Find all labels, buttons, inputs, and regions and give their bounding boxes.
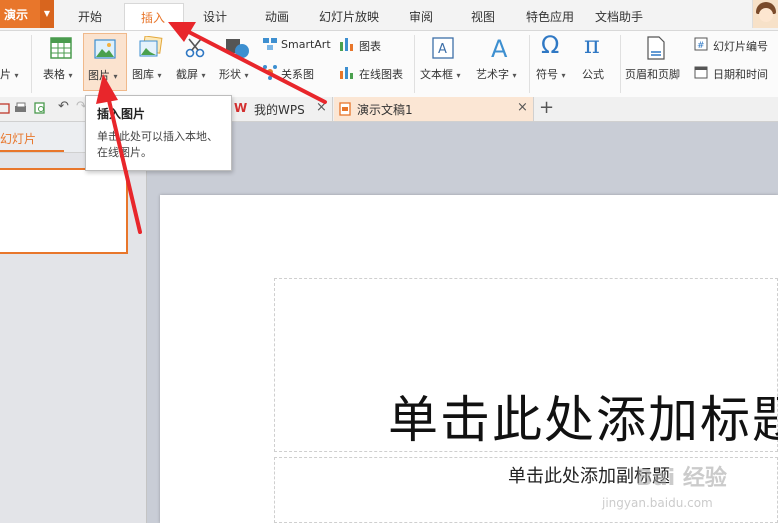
- baidu-watermark: Bai 经验 jingyan.baidu.com: [596, 458, 776, 522]
- symbol-button[interactable]: Ω 符号 ▾: [533, 31, 573, 93]
- tab-slides[interactable]: 幻灯片: [0, 130, 36, 147]
- presentation-file-icon: [339, 102, 351, 116]
- online-chart-icon: [340, 67, 353, 79]
- header-footer-label: 页眉和页脚: [625, 68, 680, 81]
- wordart-button[interactable]: A 艺术字 ▾: [474, 31, 526, 93]
- open-file-icon[interactable]: [0, 102, 10, 114]
- slide-number-icon: #: [694, 37, 708, 51]
- smartart-button[interactable]: SmartArt: [262, 35, 338, 55]
- smartart-label: SmartArt: [281, 38, 331, 51]
- online-chart-button[interactable]: 在线图表: [339, 63, 411, 83]
- tab-presentation1[interactable]: 演示文稿1 ×: [334, 97, 534, 121]
- ribbon-divider: [620, 35, 621, 93]
- add-tab-button[interactable]: +: [539, 97, 554, 118]
- smartart-icon: [263, 38, 277, 50]
- wordart-icon: A: [491, 35, 508, 61]
- slide-number-label: 幻灯片编号: [713, 40, 768, 53]
- scissors-icon: [185, 38, 205, 58]
- datetime-button[interactable]: 日期和时间: [694, 63, 778, 83]
- chart-button[interactable]: 图表: [339, 35, 389, 55]
- app-name: 演示: [4, 8, 29, 22]
- screenshot-label: 截屏: [176, 68, 198, 81]
- bar-chart-icon: [340, 38, 353, 51]
- slide-panel: 幻灯片: [0, 122, 147, 523]
- calendar-icon: [694, 66, 708, 79]
- ribbon-divider: [31, 35, 32, 93]
- tooltip-body: 单击此处可以插入本地、在线图片。: [97, 130, 218, 159]
- picture-tooltip: 插入图片 单击此处可以插入本地、在线图片。: [85, 95, 232, 171]
- wps-logo-icon: W: [234, 101, 248, 115]
- menu-home[interactable]: 开始: [78, 8, 102, 25]
- shape-button[interactable]: 形状 ▾: [216, 31, 256, 93]
- avatar-face: [759, 8, 773, 22]
- table-label: 表格: [43, 68, 65, 81]
- symbol-label: 符号: [536, 68, 558, 81]
- menu-insert[interactable]: 插入: [124, 3, 184, 30]
- gallery-icon: [139, 36, 163, 57]
- new-slide-button[interactable]: 片 ▾: [0, 31, 30, 93]
- tooltip-title: 插入图片: [97, 107, 146, 121]
- svg-text:A: A: [438, 42, 447, 57]
- textbox-button[interactable]: A 文本框 ▾: [418, 31, 468, 93]
- picture-button[interactable]: 图片 ▾: [83, 33, 127, 91]
- relation-label: 关系图: [281, 68, 314, 81]
- menu-review[interactable]: 审阅: [409, 8, 433, 25]
- chevron-down-icon[interactable]: ▼: [40, 0, 54, 28]
- new-slide-label: 片 ▾: [0, 68, 19, 81]
- tab-mywps-label: 我的WPS: [254, 103, 305, 117]
- shape-label: 形状: [219, 68, 241, 81]
- relation-button[interactable]: 关系图: [262, 63, 324, 83]
- menu-features[interactable]: 特色应用: [526, 8, 574, 25]
- print-preview-icon[interactable]: [34, 102, 46, 114]
- screenshot-button[interactable]: 截屏 ▾: [174, 31, 214, 93]
- gallery-button[interactable]: 图库 ▾: [131, 31, 171, 93]
- svg-text:#: #: [697, 41, 705, 51]
- table-icon: [50, 37, 72, 59]
- picture-icon: [94, 39, 116, 59]
- user-avatar[interactable]: [752, 0, 778, 28]
- close-icon[interactable]: ×: [517, 100, 528, 115]
- watermark-line2: jingyan.baidu.com: [602, 496, 713, 510]
- shape-icon: [226, 39, 249, 58]
- menu-view[interactable]: 视图: [471, 8, 495, 25]
- ribbon-divider: [529, 35, 530, 93]
- ribbon: 片 ▾ 表格 ▾ 图片 ▾ 图库 ▾ 截屏 ▾ 形状 ▾ SmartArt 关系…: [0, 31, 778, 98]
- textbox-label: 文本框: [420, 68, 453, 81]
- picture-label: 图片: [88, 69, 110, 82]
- formula-button[interactable]: π 公式: [576, 31, 616, 93]
- menu-insert-label: 插入: [141, 11, 166, 25]
- datetime-label: 日期和时间: [713, 68, 768, 81]
- tab-presentation1-label: 演示文稿1: [357, 103, 413, 117]
- watermark-line1: Bai 经验: [636, 466, 727, 491]
- app-menu-button[interactable]: 演示 ▼: [0, 0, 54, 28]
- menu-slideshow[interactable]: 幻灯片放映: [319, 8, 379, 25]
- ribbon-divider: [414, 35, 415, 93]
- omega-icon: Ω: [541, 31, 560, 59]
- menu-design[interactable]: 设计: [203, 8, 227, 25]
- wordart-label: 艺术字: [476, 68, 509, 81]
- title-placeholder[interactable]: [274, 278, 778, 452]
- tab-mywps[interactable]: W 我的WPS ×: [230, 97, 333, 121]
- formula-label: 公式: [582, 68, 604, 81]
- undo-icon[interactable]: ↶: [58, 99, 70, 114]
- slide-number-button[interactable]: # 幻灯片编号: [694, 35, 778, 55]
- chart-label: 图表: [359, 40, 381, 53]
- header-footer-button[interactable]: 页眉和页脚: [624, 31, 688, 93]
- textbox-icon: A: [432, 37, 454, 59]
- menu-doc-assistant[interactable]: 文档助手: [595, 8, 643, 25]
- close-icon[interactable]: ×: [316, 100, 327, 115]
- print-icon[interactable]: [14, 102, 26, 114]
- menu-animation[interactable]: 动画: [265, 8, 289, 25]
- page-icon: [647, 36, 665, 60]
- tab-active-indicator: [0, 150, 64, 152]
- table-button[interactable]: 表格 ▾: [40, 31, 80, 93]
- pi-icon: π: [584, 31, 600, 59]
- menu-bar: 演示 ▼ 开始 插入 设计 动画 幻灯片放映 审阅 视图 特色应用 文档助手: [0, 0, 778, 31]
- online-chart-label: 在线图表: [359, 68, 403, 81]
- slide-thumbnail[interactable]: [0, 168, 128, 254]
- relation-icon: [263, 65, 277, 80]
- gallery-label: 图库: [132, 68, 154, 81]
- svg-text:A: A: [491, 35, 508, 61]
